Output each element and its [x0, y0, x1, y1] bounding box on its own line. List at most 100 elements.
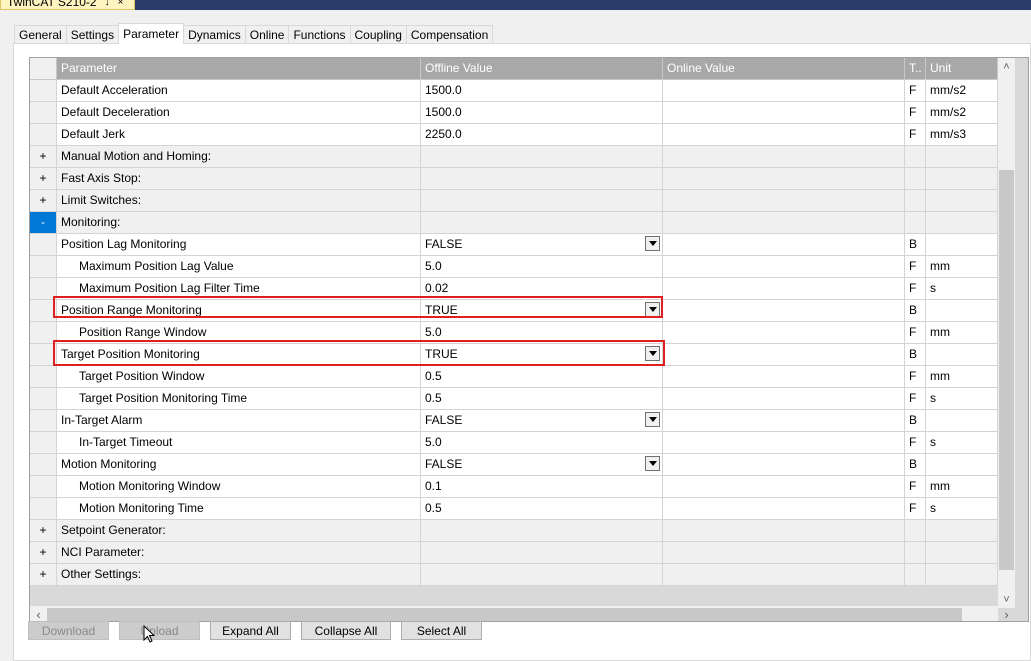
pin-icon[interactable]: ↓	[105, 0, 110, 8]
upload-button[interactable]: Upload	[119, 621, 200, 640]
scroll-up-icon[interactable]: ˄	[998, 58, 1015, 75]
offline-value[interactable]: 5.0	[421, 432, 663, 454]
unit-cell	[926, 344, 998, 366]
mouse-pointer-icon	[143, 625, 155, 643]
horizontal-scroll-thumb[interactable]	[47, 608, 962, 621]
parameter-name: Manual Motion and Homing:	[57, 146, 421, 168]
parameter-row[interactable]: Default Acceleration 1500.0 Fmm/s2	[30, 80, 998, 102]
header-online-value[interactable]: Online Value	[663, 58, 905, 80]
parameter-row[interactable]: In-Target Timeout 5.0 Fs	[30, 432, 998, 454]
group-row[interactable]: + Manual Motion and Homing:	[30, 146, 998, 168]
tab-parameter[interactable]: Parameter	[118, 23, 185, 44]
unit-cell	[926, 300, 998, 322]
highlight-target-position-monitoring	[53, 340, 665, 366]
parameter-row[interactable]: Target Position Window 0.5 Fmm	[30, 366, 998, 388]
download-button[interactable]: Download	[28, 621, 109, 640]
expand-toggle[interactable]: +	[30, 146, 57, 168]
tab-coupling[interactable]: Coupling	[349, 25, 407, 43]
row-gutter	[30, 388, 57, 410]
parameter-row[interactable]: Default Jerk 2250.0 Fmm/s3	[30, 124, 998, 146]
tab-online[interactable]: Online	[244, 25, 290, 43]
parameter-name: Target Position Window	[57, 366, 421, 388]
expand-all-button[interactable]: Expand All	[210, 621, 291, 640]
expand-toggle[interactable]: +	[30, 520, 57, 542]
offline-value[interactable]: FALSE	[421, 410, 663, 432]
tab-settings[interactable]: Settings	[65, 25, 120, 43]
collapse-toggle[interactable]: -	[30, 212, 57, 234]
row-gutter	[30, 234, 57, 256]
offline-value	[421, 212, 663, 234]
type-cell: B	[905, 234, 926, 256]
type-cell: B	[905, 300, 926, 322]
type-cell: F	[905, 278, 926, 300]
type-cell: F	[905, 476, 926, 498]
group-row[interactable]: + Fast Axis Stop:	[30, 168, 998, 190]
online-value	[663, 366, 905, 388]
row-gutter	[30, 256, 57, 278]
tab-functions[interactable]: Functions	[288, 25, 351, 43]
tab-compensation[interactable]: Compensation	[405, 25, 494, 43]
offline-value[interactable]: 0.5	[421, 366, 663, 388]
parameter-name: Setpoint Generator:	[57, 520, 421, 542]
offline-value[interactable]: FALSE	[421, 234, 663, 256]
group-row[interactable]: + Other Settings:	[30, 564, 998, 586]
parameter-name: Default Acceleration	[57, 80, 421, 102]
online-value	[663, 498, 905, 520]
offline-value[interactable]: 0.1	[421, 476, 663, 498]
expand-toggle[interactable]: +	[30, 190, 57, 212]
offline-value[interactable]: FALSE	[421, 454, 663, 476]
tab-general[interactable]: General	[14, 25, 67, 43]
online-value	[663, 344, 905, 366]
group-row[interactable]: + NCI Parameter:	[30, 542, 998, 564]
unit-cell	[926, 454, 998, 476]
header-offline-value[interactable]: Offline Value	[421, 58, 663, 80]
group-row[interactable]: + Setpoint Generator:	[30, 520, 998, 542]
document-tab-title: TwinCAT S210-2	[7, 0, 97, 9]
type-cell	[905, 190, 926, 212]
offline-value[interactable]: 0.5	[421, 498, 663, 520]
offline-value[interactable]: 2250.0	[421, 124, 663, 146]
parameter-row[interactable]: Maximum Position Lag Value 5.0 Fmm	[30, 256, 998, 278]
offline-value[interactable]: 1500.0	[421, 80, 663, 102]
expand-toggle[interactable]: +	[30, 542, 57, 564]
header-type[interactable]: T..	[905, 58, 926, 80]
scroll-right-icon[interactable]: ›	[998, 606, 1015, 621]
parameter-grid: Parameter Offline Value Online Value T..…	[29, 57, 1029, 622]
header-unit[interactable]: Unit	[926, 58, 998, 80]
offline-value[interactable]: 1500.0	[421, 102, 663, 124]
group-row[interactable]: - Monitoring:	[30, 212, 998, 234]
type-cell	[905, 212, 926, 234]
type-cell	[905, 520, 926, 542]
offline-value-text: FALSE	[425, 413, 463, 427]
vertical-scroll-thumb[interactable]	[999, 170, 1014, 570]
tab-dynamics[interactable]: Dynamics	[183, 25, 246, 43]
header-parameter[interactable]: Parameter	[57, 58, 421, 80]
parameter-row[interactable]: Motion Monitoring Time 0.5 Fs	[30, 498, 998, 520]
offline-value[interactable]: 0.5	[421, 388, 663, 410]
expand-toggle[interactable]: +	[30, 168, 57, 190]
chevron-down-icon[interactable]	[645, 236, 660, 251]
type-cell	[905, 168, 926, 190]
horizontal-scrollbar[interactable]: ‹ ›	[30, 606, 1009, 621]
group-row[interactable]: + Limit Switches:	[30, 190, 998, 212]
parameter-name: Fast Axis Stop:	[57, 168, 421, 190]
scroll-left-icon[interactable]: ‹	[30, 606, 47, 621]
document-tab-strip: TwinCAT S210-2 ↓ ×	[0, 0, 1031, 10]
chevron-down-icon[interactable]	[645, 456, 660, 471]
parameter-name: NCI Parameter:	[57, 542, 421, 564]
offline-value[interactable]: 5.0	[421, 256, 663, 278]
collapse-all-button[interactable]: Collapse All	[301, 621, 391, 640]
parameter-row[interactable]: Motion Monitoring FALSE B	[30, 454, 998, 476]
vertical-scrollbar[interactable]: ˄ ˅	[998, 58, 1015, 608]
parameter-row[interactable]: In-Target Alarm FALSE B	[30, 410, 998, 432]
parameter-row[interactable]: Default Deceleration 1500.0 Fmm/s2	[30, 102, 998, 124]
parameter-row[interactable]: Target Position Monitoring Time 0.5 Fs	[30, 388, 998, 410]
close-icon[interactable]: ×	[118, 0, 124, 8]
expand-toggle[interactable]: +	[30, 564, 57, 586]
parameter-row[interactable]: Motion Monitoring Window 0.1 Fmm	[30, 476, 998, 498]
parameter-row[interactable]: Position Lag Monitoring FALSE B	[30, 234, 998, 256]
chevron-down-icon[interactable]	[645, 412, 660, 427]
parameter-name: Maximum Position Lag Value	[57, 256, 421, 278]
document-tab[interactable]: TwinCAT S210-2 ↓ ×	[0, 0, 135, 10]
select-all-button[interactable]: Select All	[401, 621, 482, 640]
